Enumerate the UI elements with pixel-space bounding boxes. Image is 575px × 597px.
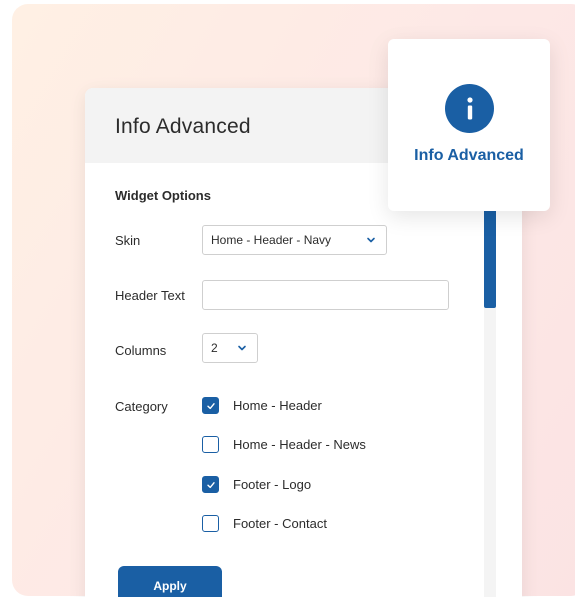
checkbox[interactable] (202, 515, 219, 532)
header-text-label: Header Text (115, 288, 185, 303)
skin-select-value: Home - Header - Navy (211, 233, 332, 247)
scrollbar-track[interactable] (484, 163, 496, 597)
checkbox-label: Home - Header (233, 398, 322, 413)
section-title: Widget Options (115, 188, 211, 203)
category-option-footer-logo[interactable]: Footer - Logo (202, 476, 311, 493)
category-option-home-header[interactable]: Home - Header (202, 397, 322, 414)
columns-select[interactable]: 2 (202, 333, 258, 363)
checkbox[interactable] (202, 476, 219, 493)
header-text-input[interactable] (202, 280, 449, 310)
chevron-down-icon (238, 345, 246, 351)
skin-label: Skin (115, 233, 141, 248)
category-label: Category (115, 399, 168, 414)
skin-select[interactable]: Home - Header - Navy (202, 225, 387, 255)
info-advanced-label: Info Advanced (414, 147, 524, 164)
info-advanced-card[interactable]: Info Advanced (388, 39, 550, 211)
info-icon (445, 84, 494, 133)
chevron-down-icon (367, 237, 375, 243)
columns-label: Columns (115, 343, 167, 358)
columns-select-value: 2 (211, 341, 218, 355)
checkbox-label: Footer - Contact (233, 516, 327, 531)
category-option-footer-contact[interactable]: Footer - Contact (202, 515, 327, 532)
checkbox-label: Footer - Logo (233, 477, 312, 492)
scrollbar-thumb[interactable] (484, 198, 496, 308)
check-icon (206, 402, 215, 409)
checkbox[interactable] (202, 397, 219, 414)
category-option-home-header-news[interactable]: Home - Header - News (202, 436, 366, 453)
checkbox-label: Home - Header - News (233, 437, 366, 452)
apply-button[interactable]: Apply (118, 566, 222, 597)
checkbox[interactable] (202, 436, 219, 453)
check-icon (206, 481, 215, 488)
